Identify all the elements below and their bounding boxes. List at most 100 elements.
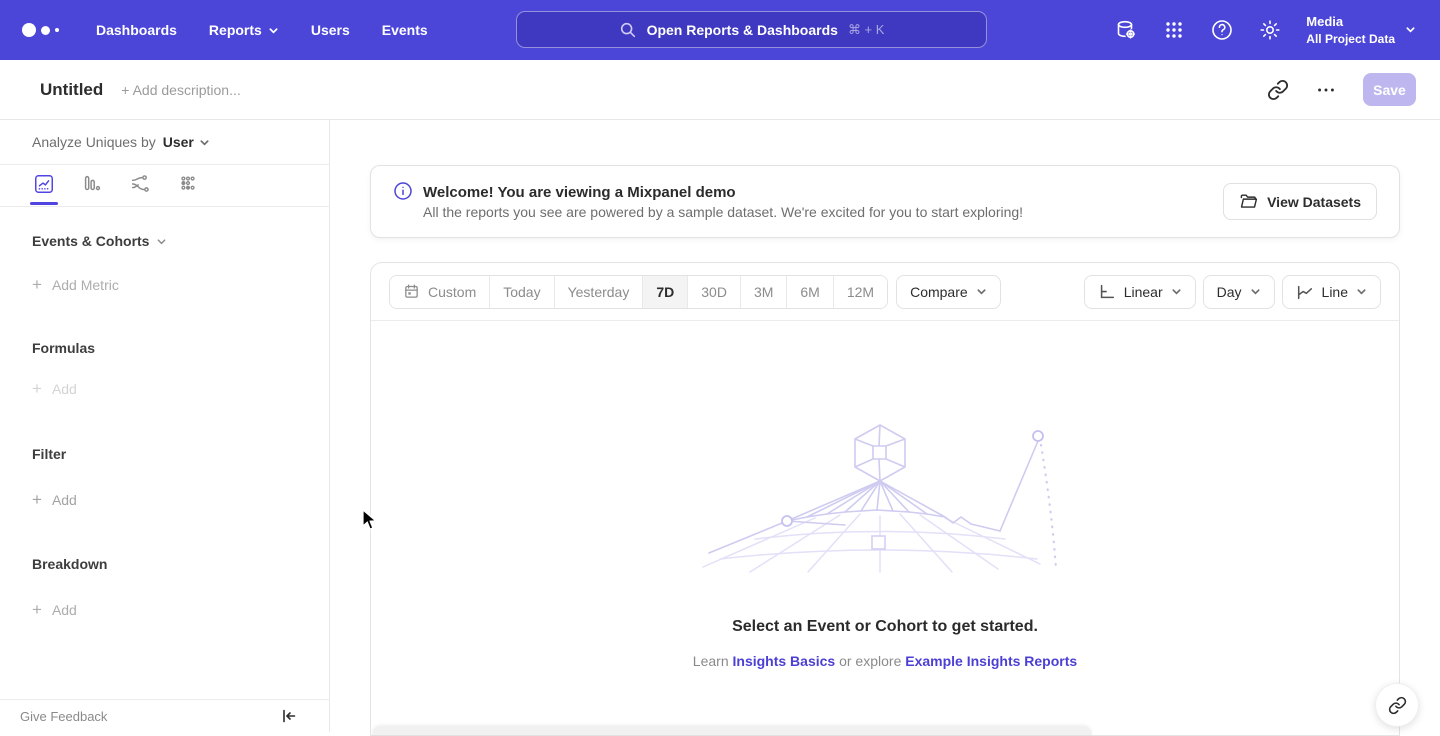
nav-item-dashboards[interactable]: Dashboards [80,14,193,46]
chevron-down-icon [1356,286,1367,297]
tab-bar-chart[interactable] [80,173,104,205]
add-metric-button[interactable]: + Add Metric [0,275,329,295]
chevron-down-icon [1405,24,1416,35]
date-range-custom[interactable]: Custom [390,276,490,308]
floating-copy-link-button[interactable] [1375,683,1419,727]
empty-state-illustration [695,421,1075,576]
nav-item-users[interactable]: Users [295,14,366,46]
tab-line-chart[interactable] [32,173,56,205]
link-icon [1388,696,1407,715]
section-title: Formulas [32,340,95,356]
plus-icon: + [32,275,42,295]
line-chart-icon [1296,283,1314,301]
analyze-label: Analyze Uniques by [32,134,156,150]
date-range-30d[interactable]: 30D [688,276,741,308]
date-range-7d[interactable]: 7D [643,276,688,308]
add-breakdown-label: Add [52,602,77,618]
save-button[interactable]: Save [1363,73,1416,106]
add-filter-button[interactable]: + Add [0,490,329,510]
report-description-placeholder[interactable]: + Add description... [121,82,240,98]
empty-state-title: Select an Event or Cohort to get started… [732,618,1038,636]
interval-label: Day [1217,284,1242,300]
primary-nav: Dashboards Reports Users Events [80,14,444,46]
compare-dropdown[interactable]: Compare [896,275,1001,309]
info-icon [393,181,413,201]
data-management-icon[interactable] [1114,18,1138,42]
chevron-down-icon [156,236,167,247]
nav-right-cluster: Media All Project Data [1114,0,1416,60]
view-datasets-label: View Datasets [1267,194,1361,210]
report-header: Untitled + Add description... Save [0,60,1440,120]
date-range-label: Today [503,284,540,300]
chevron-down-icon [199,137,210,148]
nav-item-label: Dashboards [96,22,177,38]
add-formula-button[interactable]: + Add [0,379,329,399]
apps-grid-icon[interactable] [1162,18,1186,42]
section-title: Filter [32,446,66,462]
collapsed-bottom-sheet[interactable] [372,726,1092,735]
section-events-cohorts[interactable]: Events & Cohorts [0,233,329,249]
help-icon[interactable] [1210,18,1234,42]
project-switcher[interactable]: Media All Project Data [1306,13,1416,47]
tab-flows-chart[interactable] [128,173,152,205]
linear-scale-icon [1098,283,1116,301]
date-range-control: Custom Today Yesterday 7D 30D 3M 6M 12M [389,275,888,309]
analyze-entity-dropdown[interactable]: User [163,134,210,150]
mixpanel-logo[interactable] [22,23,68,37]
report-header-actions: Save [1267,73,1416,106]
date-range-label: 7D [656,284,674,300]
nav-item-label: Events [382,22,428,38]
chevron-down-icon [268,25,279,36]
date-range-label: 12M [847,284,874,300]
interval-dropdown[interactable]: Day [1203,275,1275,309]
search-shortcut: ⌘ + K [848,22,885,38]
report-title[interactable]: Untitled [40,80,103,100]
calendar-icon [403,283,420,300]
more-options-icon[interactable] [1315,79,1337,101]
example-reports-link[interactable]: Example Insights Reports [905,653,1077,669]
chart-type-dropdown[interactable]: Line [1282,275,1381,309]
global-search[interactable]: Open Reports & Dashboards ⌘ + K [516,11,987,48]
banner-text: Welcome! You are viewing a Mixpanel demo… [423,184,1023,220]
empty-state: Select an Event or Cohort to get started… [371,321,1399,735]
folder-icon [1239,192,1258,211]
insights-basics-link[interactable]: Insights Basics [733,653,836,669]
project-info: Media All Project Data [1306,13,1395,47]
section-title: Breakdown [32,556,107,572]
analyze-row: Analyze Uniques by User [0,120,329,165]
copy-link-icon[interactable] [1267,79,1289,101]
section-breakdown: Breakdown [0,556,329,572]
add-breakdown-button[interactable]: + Add [0,600,329,620]
section-title: Events & Cohorts [32,233,149,249]
top-navigation: Dashboards Reports Users Events Open Rep… [0,0,1440,60]
chevron-down-icon [1250,286,1261,297]
collapse-sidebar-icon[interactable] [281,708,297,724]
settings-gear-icon[interactable] [1258,18,1282,42]
scale-dropdown[interactable]: Linear [1084,275,1196,309]
date-range-label: 30D [701,284,727,300]
nav-item-label: Reports [209,22,262,38]
date-range-yesterday[interactable]: Yesterday [555,276,644,308]
date-range-6m[interactable]: 6M [787,276,833,308]
bar-chart-icon [81,173,103,195]
explore-text: or explore [839,653,901,669]
nav-item-events[interactable]: Events [366,14,444,46]
date-range-today[interactable]: Today [490,276,554,308]
view-datasets-button[interactable]: View Datasets [1223,183,1377,220]
report-card: Custom Today Yesterday 7D 30D 3M 6M 12M … [370,262,1400,736]
date-range-label: Custom [428,284,476,300]
give-feedback-link[interactable]: Give Feedback [20,709,107,724]
empty-state-subtitle: Learn Insights Basics or explore Example… [693,653,1077,669]
banner-body: All the reports you see are powered by a… [423,204,1023,220]
tab-metrics-grid[interactable] [176,173,200,205]
main-content: Welcome! You are viewing a Mixpanel demo… [330,120,1440,732]
nav-item-reports[interactable]: Reports [193,14,295,46]
toolbar-right: Linear Day Line [1084,275,1381,309]
date-range-12m[interactable]: 12M [834,276,887,308]
plus-icon: + [32,490,42,510]
sidebar-footer: Give Feedback [0,699,329,732]
section-filter: Filter [0,446,329,462]
scale-label: Linear [1124,284,1163,300]
date-range-3m[interactable]: 3M [741,276,787,308]
line-chart-icon [33,173,55,195]
